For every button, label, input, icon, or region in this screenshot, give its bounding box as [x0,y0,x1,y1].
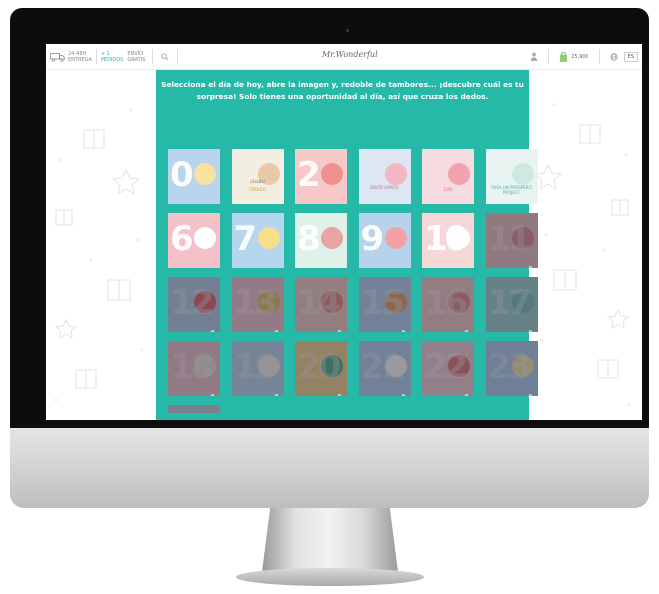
calendar-day-6[interactable]: 6 [168,213,220,268]
calendar-day-24[interactable] [168,405,220,413]
calendar-day-15[interactable]: 15 [358,277,411,332]
calendar-day-18[interactable]: 18 [168,341,220,396]
lock-icon [527,258,534,268]
card-text: ¡Gratis! [249,179,266,184]
advent-calendar: Selecciona el día de hoy, abre la imagen… [156,70,538,420]
promo-label: PEDIDOS [100,56,124,63]
lock-icon [527,386,534,396]
calendar-day-22[interactable]: 22 [422,341,474,396]
delivery-info: 24-48H ENTREGA [68,51,92,63]
calendar-instructions: Selecciona el día de hoy, abre la imagen… [161,80,524,101]
shipping-line-1: ENVÍO [127,50,144,57]
card-text: ENVÍO GRATIS [370,185,399,190]
calendar-day-10[interactable]: 10 [422,213,474,268]
lock-icon [273,386,280,396]
search-icon [161,52,169,61]
day-illustration [321,163,343,185]
site-header: 24-48H ENTREGA + 1 PEDIDOS ENVÍO GRATIS … [46,44,642,70]
truck-icon [50,52,65,62]
day-number: 0 [170,155,194,195]
card-text: PASA UN PRÓSPERO PROJECT [491,185,532,195]
lock-icon [463,386,470,396]
calendar-day-8[interactable]: 8 [295,213,347,268]
day-number: 6 [170,219,194,259]
calendar-day-9[interactable]: 9 [358,213,411,268]
calendar-day-19[interactable]: 19 [231,341,284,396]
shopping-bag-icon [560,51,568,62]
calendar-day-5[interactable]: PASA UN PRÓSPERO PROJECT [485,149,538,204]
day-illustration [448,163,470,185]
imac-monitor: 24-48H ENTREGA + 1 PEDIDOS ENVÍO GRATIS … [10,8,649,438]
imac-stand [262,508,398,572]
header-actions: 25,90€ ES [530,49,638,64]
lock-icon [336,322,343,332]
lock-icon [336,386,343,396]
card-text: CÓDIGO [249,187,266,192]
calendar-day-4[interactable]: 10% [422,149,474,204]
day-illustration [384,227,407,249]
camera-dot [346,29,349,32]
card-text: 10% [443,187,453,192]
lock-icon [400,322,407,332]
calendar-day-17[interactable]: 17 [485,277,538,332]
day-illustration [194,163,216,185]
lock-icon [209,322,216,332]
locked-overlay [168,405,220,413]
divider [548,49,550,64]
day-number: 8 [297,219,321,259]
calendar-day-20[interactable]: 20 [295,341,347,396]
delivery-label: ENTREGA [68,56,92,63]
lock-icon [209,386,216,396]
imac-chin [10,428,649,508]
lock-icon [400,386,407,396]
calendar-day-12[interactable]: 12 [168,277,220,332]
calendar-day-3[interactable]: ENVÍO GRATIS [358,149,411,204]
globe-icon[interactable] [610,52,618,61]
calendar-day-7[interactable]: 7 [231,213,284,268]
promo-info[interactable]: + 1 PEDIDOS [101,51,123,63]
gift-pattern-right [534,103,631,407]
calendar-day-14[interactable]: 14 [295,277,347,332]
calendar-day-0[interactable]: 0 [168,149,220,204]
lock-icon [463,322,470,332]
shipping-line-2: GRATIS [127,56,146,63]
day-number: 2 [297,155,321,195]
lock-icon [527,322,534,332]
day-illustration [511,163,534,185]
divider [95,49,97,64]
day-illustration [321,227,343,249]
cart-button[interactable]: 25,90€ [559,51,589,62]
day-illustration [194,227,216,249]
user-icon[interactable] [530,52,538,61]
calendar-day-11[interactable]: 11 [485,213,538,268]
calendar-day-2[interactable]: 2 [295,149,347,204]
cart-total: 25,90€ [571,53,589,60]
day-illustration [257,227,280,249]
imac-base [236,568,424,586]
browser-screen: 24-48H ENTREGA + 1 PEDIDOS ENVÍO GRATIS … [46,44,642,420]
calendar-day-16[interactable]: 16 [422,277,474,332]
day-number: 7 [233,219,258,259]
calendar-day-13[interactable]: 13 [231,277,284,332]
day-illustration [384,163,407,185]
day-number: 10 [424,219,468,259]
free-shipping-info: ENVÍO GRATIS [127,51,145,63]
calendar-day-23[interactable]: 23 [485,341,538,396]
divider [598,49,600,64]
calendar-day-21[interactable]: 21 [358,341,411,396]
day-number: 9 [360,219,385,259]
search-button[interactable] [152,49,179,64]
calendar-day-1[interactable]: ¡Gratis! CÓDIGO [231,149,284,204]
language-select[interactable]: ES [623,51,638,62]
gift-pattern-left [54,108,144,402]
lock-icon [273,322,280,332]
brand-logo[interactable]: Mr.Wonderful [322,50,378,59]
